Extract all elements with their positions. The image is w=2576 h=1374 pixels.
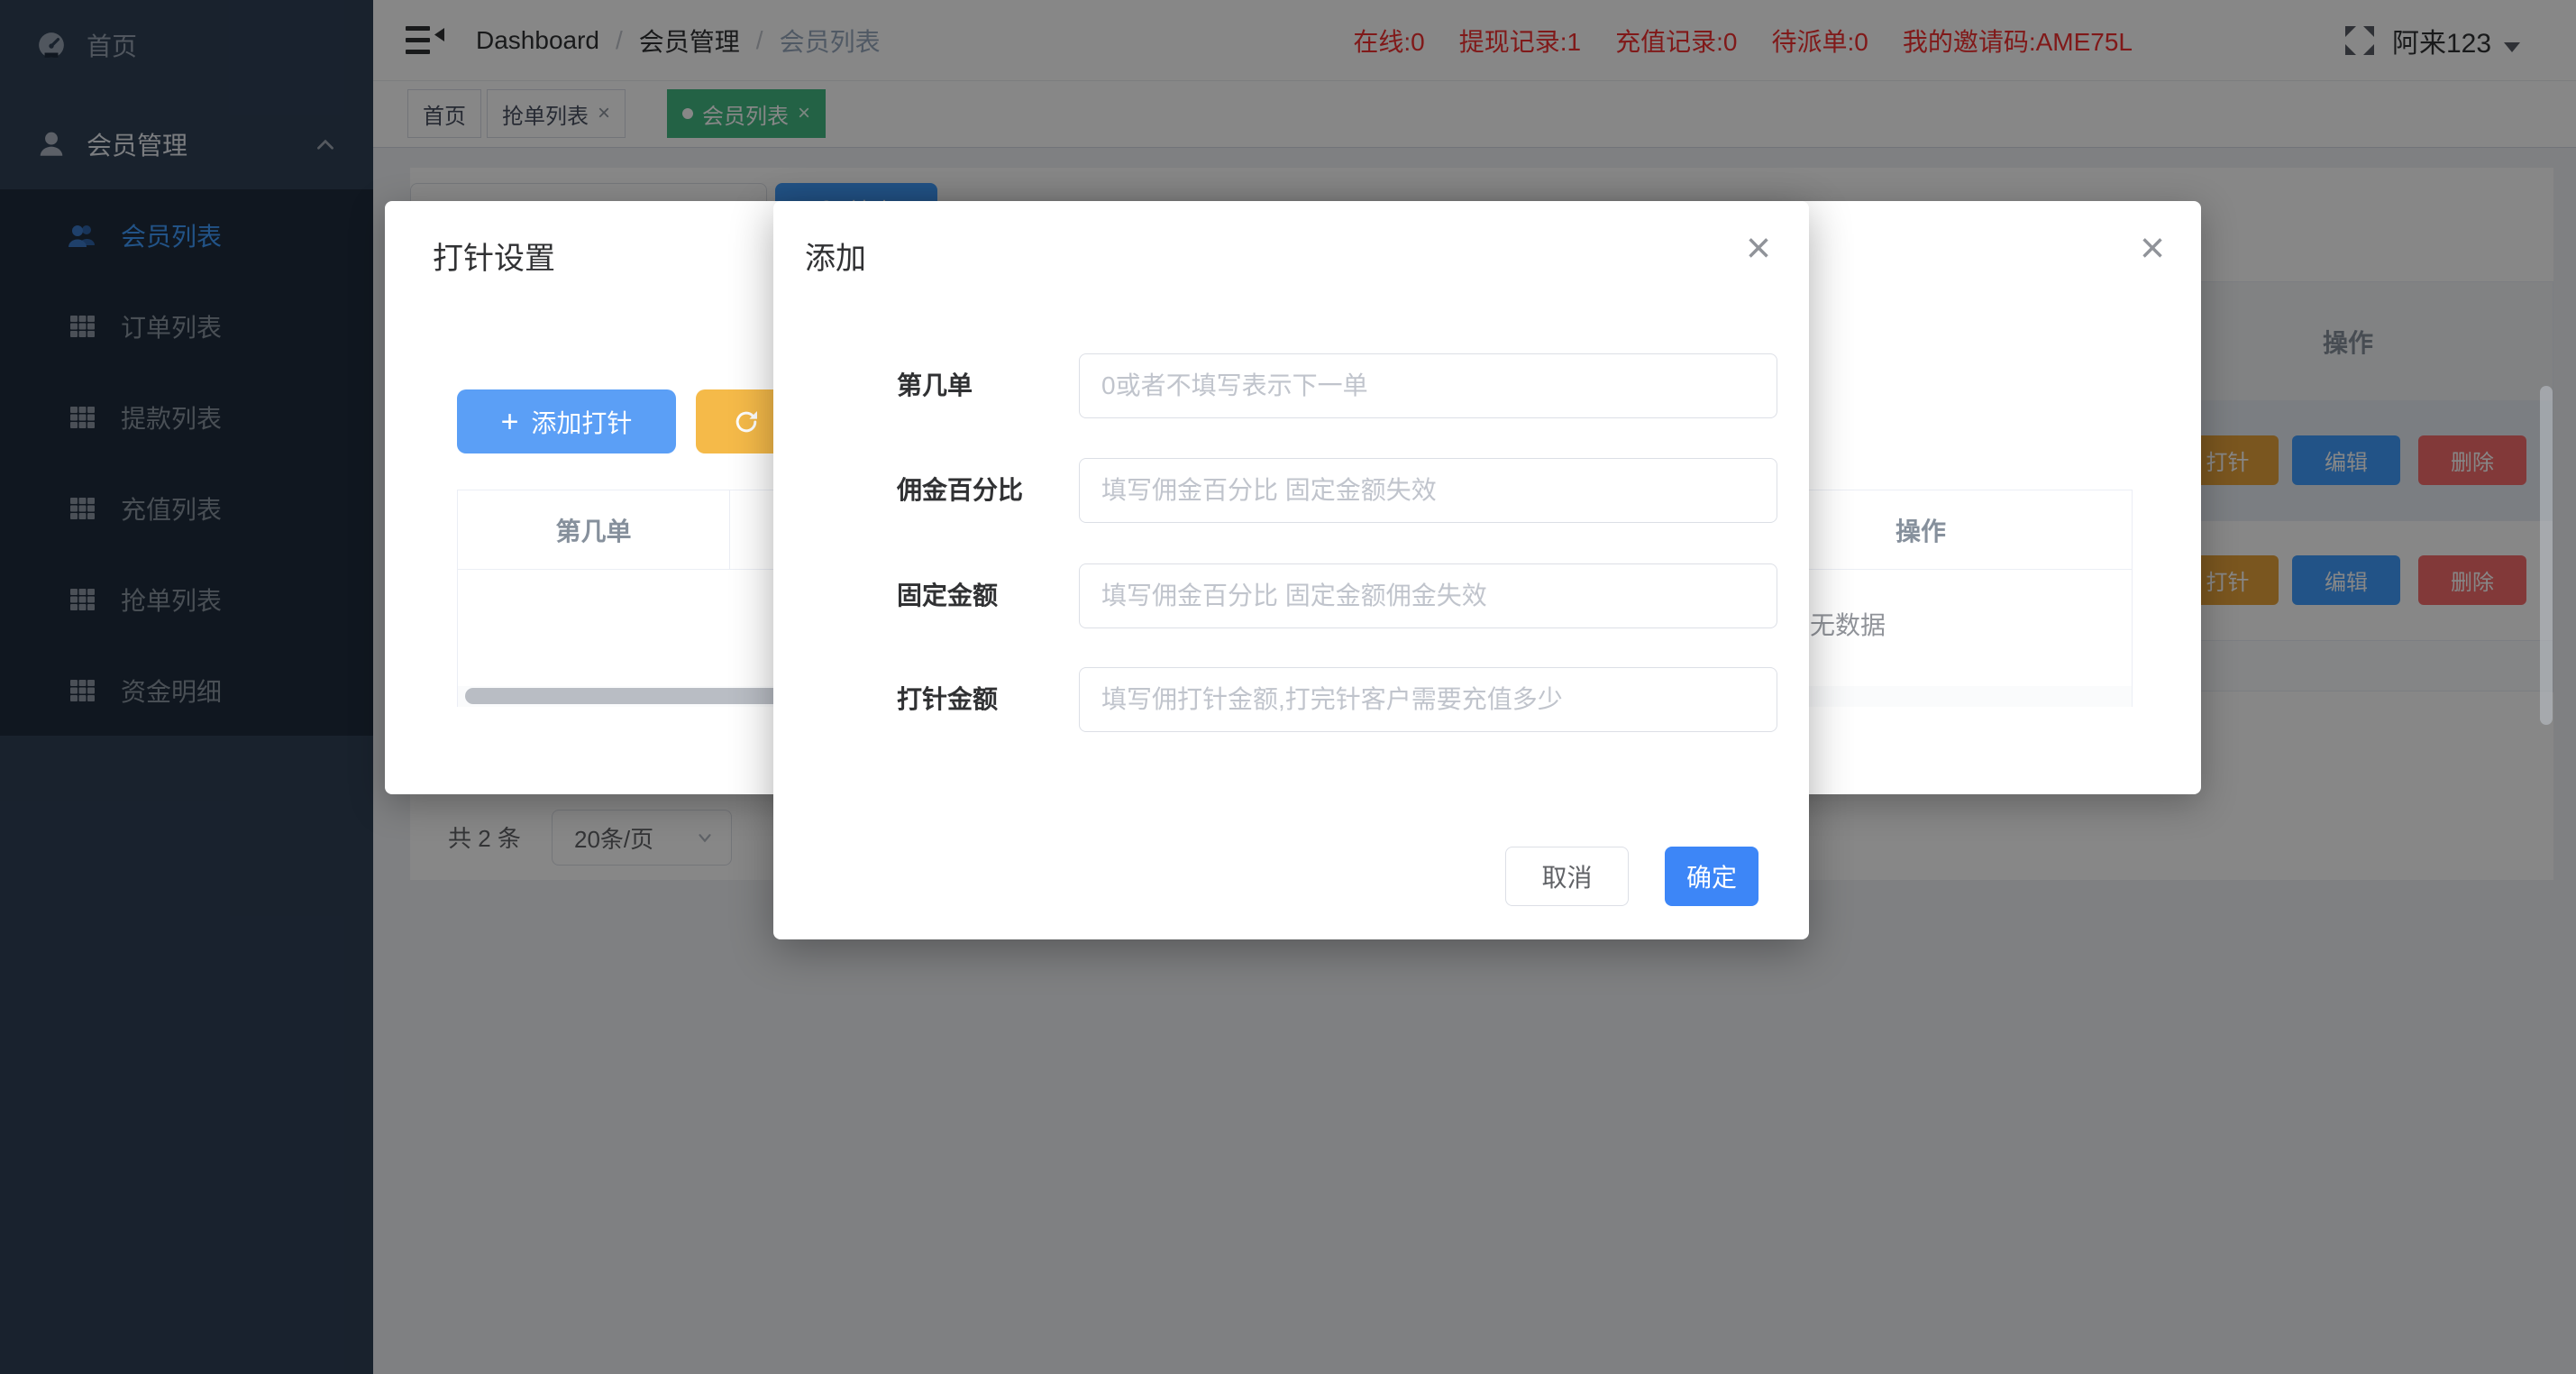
dialog-title: 打针设置	[433, 234, 555, 278]
column-header-order: 第几单	[458, 490, 730, 569]
dialog-title: 添加	[805, 234, 866, 278]
field-label-commission-percent: 佣金百分比	[897, 458, 1104, 523]
order-number-input[interactable]	[1079, 353, 1777, 418]
commission-percent-input[interactable]	[1079, 458, 1777, 523]
empty-text: 无数据	[1810, 606, 1886, 642]
plus-icon: +	[501, 407, 519, 437]
app-root: 首页 会员管理 会员列表 订单列表	[0, 0, 2576, 1374]
add-dialog: 添加 × 第几单 佣金百分比 固定金额 打针金额 取消 确定	[773, 201, 1809, 939]
close-icon[interactable]: ×	[1736, 226, 1781, 271]
confirm-button[interactable]: 确定	[1665, 847, 1758, 906]
inject-amount-input[interactable]	[1079, 667, 1777, 732]
refresh-icon	[732, 408, 761, 436]
cancel-button[interactable]: 取消	[1505, 847, 1629, 906]
column-header-action: 操作	[1831, 490, 2011, 570]
vertical-scrollbar[interactable]	[2540, 386, 2553, 725]
field-label-fixed-amount: 固定金额	[897, 563, 1104, 628]
field-label-inject-amount: 打针金额	[897, 667, 1104, 732]
close-icon[interactable]: ×	[2130, 226, 2175, 271]
fixed-amount-input[interactable]	[1079, 563, 1777, 628]
add-inject-label: 添加打针	[531, 404, 632, 440]
field-label-order: 第几单	[897, 353, 1104, 418]
add-inject-button[interactable]: + 添加打针	[457, 389, 676, 453]
